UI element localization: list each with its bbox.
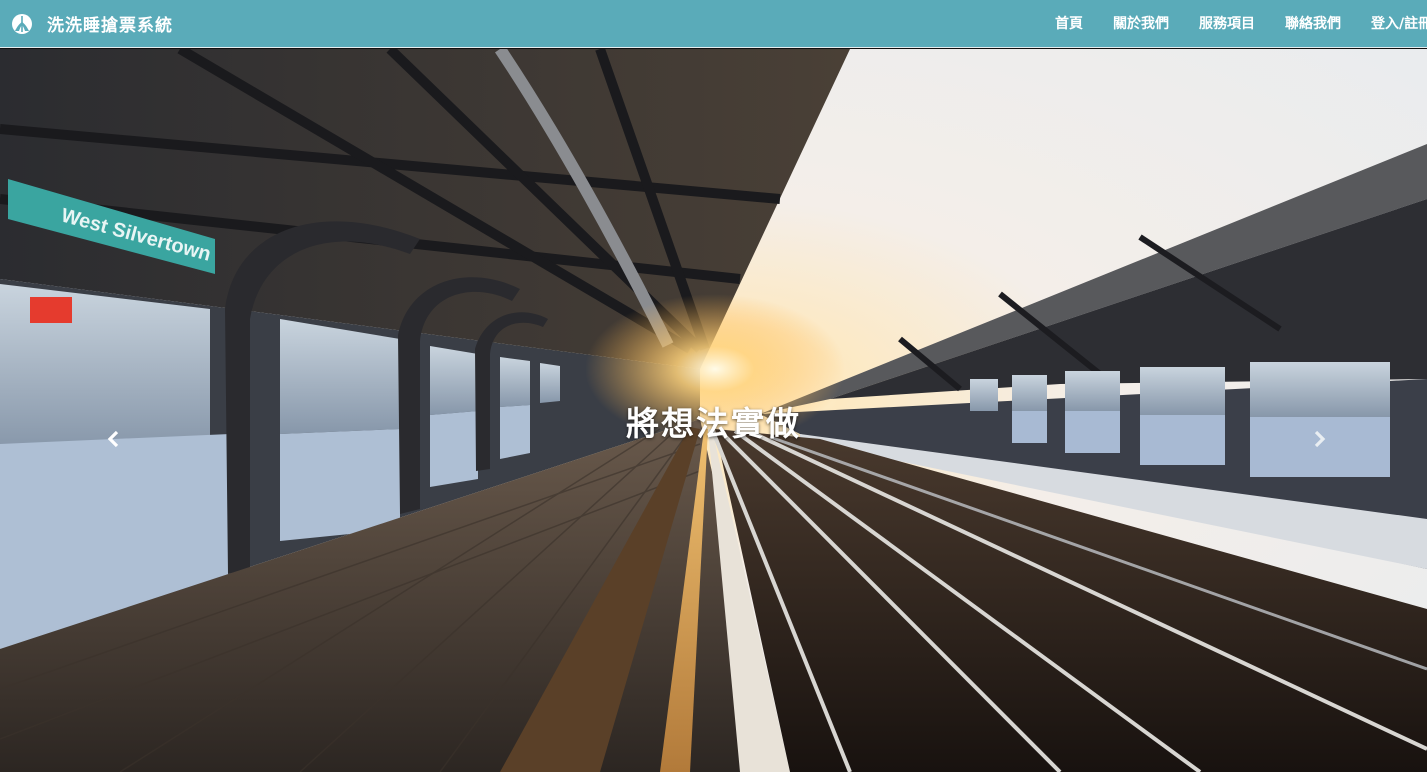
nav-login-register[interactable]: 登入/註冊 [1356,2,1427,46]
nav-home[interactable]: 首頁 [1040,2,1098,46]
hero-carousel: West Silvertown 將想法實做 [0,49,1427,772]
train-logo-icon [12,13,32,34]
carousel-next-button[interactable] [1299,419,1339,459]
carousel-prev-button[interactable] [94,419,134,459]
nav-about[interactable]: 關於我們 [1098,2,1184,46]
navbar: 洗洗睡搶票系統 首頁 關於我們 服務項目 聯絡我們 登入/註冊 [0,0,1427,48]
nav-services[interactable]: 服務項目 [1184,2,1270,46]
carousel-caption: 將想法實做 [626,404,801,443]
chevron-left-icon [107,430,119,448]
chevron-right-icon [1314,430,1326,448]
brand-title: 洗洗睡搶票系統 [47,16,173,36]
brand-link[interactable]: 洗洗睡搶票系統 [0,0,173,47]
nav-contact[interactable]: 聯絡我們 [1270,2,1356,46]
main-nav: 首頁 關於我們 服務項目 聯絡我們 登入/註冊 [1040,0,1427,47]
